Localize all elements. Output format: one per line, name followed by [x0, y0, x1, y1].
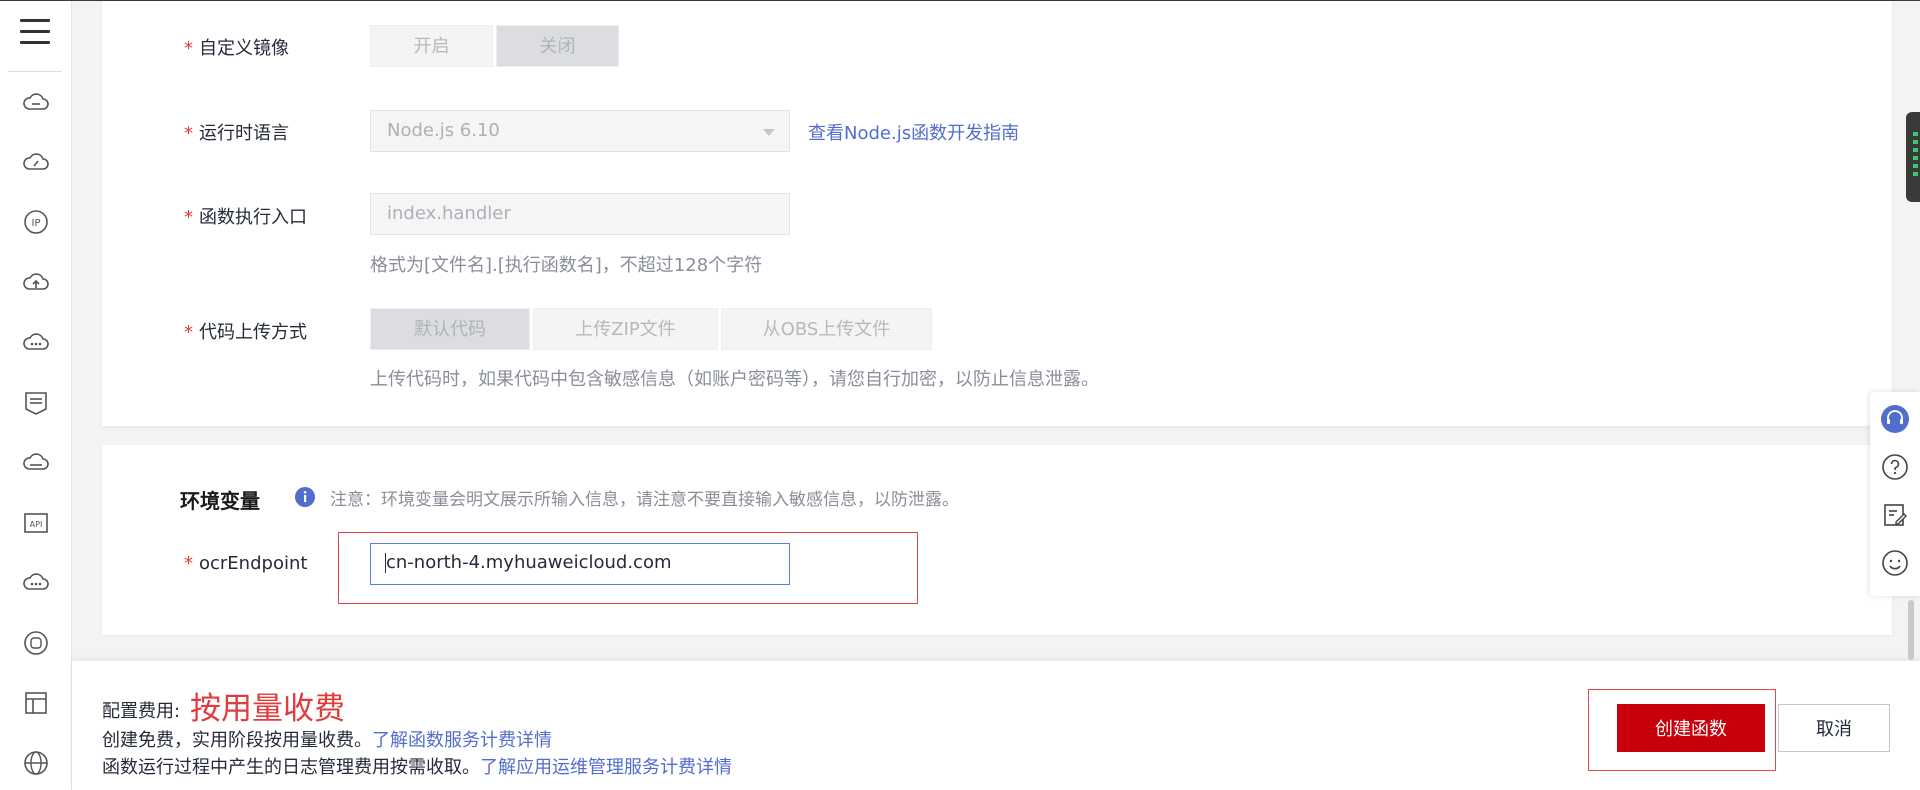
cloud-upload-icon[interactable]	[22, 269, 50, 297]
scrollbar-thumb[interactable]	[1908, 600, 1914, 660]
side-widget[interactable]	[1906, 112, 1920, 202]
env-variables-card: 环境变量 注意：环境变量会明文展示所输入信息，请注意不要直接输入敏感信息，以防泄…	[102, 445, 1892, 635]
help-icon[interactable]	[1880, 452, 1910, 482]
runtime-select[interactable]: Node.js 6.10	[370, 110, 790, 152]
custom-image-off-option[interactable]: 关闭	[496, 25, 619, 67]
aom-billing-link[interactable]: 了解应用运维管理服务计费详情	[480, 757, 732, 778]
fee-line-2: 函数运行过程中产生的日志管理费用按需收取。了解应用运维管理服务计费详情	[102, 757, 732, 778]
footer-bar: 配置费用: 按用量收费 创建免费，实用阶段按用量收费。了解函数服务计费详情 函数…	[72, 661, 1920, 790]
cloud-more-icon-2[interactable]	[22, 569, 50, 597]
chevron-down-icon	[763, 129, 775, 136]
cylinder-icon[interactable]	[22, 629, 50, 657]
upload-method-toggle: 默认代码 上传ZIP文件 从OBS上传文件	[370, 308, 935, 350]
fee-mode: 按用量收费	[190, 691, 345, 727]
required-mark: *	[184, 322, 193, 343]
custom-image-toggle: 开启 关闭	[370, 25, 622, 67]
upload-hint: 上传代码时，如果代码中包含敏感信息（如账户密码等），请您自行加密，以防止信息泄露…	[370, 369, 1099, 390]
ip-icon[interactable]: IP	[22, 208, 50, 236]
required-mark: *	[184, 123, 193, 144]
headset-icon[interactable]	[1880, 404, 1910, 434]
cloud-icon[interactable]	[22, 89, 50, 117]
nav-divider	[8, 71, 62, 72]
handler-hint: 格式为[文件名].[执行函数名]，不超过128个字符	[370, 255, 763, 276]
cloud-more-icon[interactable]	[22, 329, 50, 357]
required-mark: *	[184, 553, 193, 574]
left-navigation: IP API	[0, 1, 72, 790]
upload-default-code-option[interactable]: 默认代码	[370, 308, 530, 350]
menu-icon[interactable]	[20, 19, 50, 47]
svg-text:API: API	[30, 520, 43, 529]
handler-input[interactable]: index.handler	[370, 193, 790, 235]
function-billing-link[interactable]: 了解函数服务计费详情	[372, 730, 552, 751]
fee-label: 配置费用:	[102, 701, 181, 722]
upload-zip-option[interactable]: 上传ZIP文件	[533, 308, 718, 350]
fee-line-1: 创建免费，实用阶段按用量收费。了解函数服务计费详情	[102, 730, 552, 751]
nodejs-guide-link[interactable]: 查看Node.js函数开发指南	[808, 119, 1019, 145]
cloud-gauge-icon[interactable]	[22, 149, 50, 177]
globe-icon[interactable]	[22, 749, 50, 777]
info-icon	[294, 486, 316, 508]
basic-config-card: * 自定义镜像 开启 关闭 * 运行时语言 Node.js 6.10 查看Node.…	[102, 1, 1892, 426]
required-mark: *	[184, 38, 193, 59]
env-var-name-label: * ocrEndpoint	[184, 553, 308, 574]
env-title: 环境变量	[180, 489, 260, 513]
upload-obs-option[interactable]: 从OBS上传文件	[721, 308, 932, 350]
list-shield-icon[interactable]	[22, 389, 50, 417]
required-mark: *	[184, 207, 193, 228]
custom-image-on-option[interactable]: 开启	[370, 25, 493, 67]
handler-label: * 函数执行入口	[184, 207, 307, 228]
cloud-outline-icon[interactable]	[22, 449, 50, 477]
edit-icon[interactable]	[1880, 500, 1910, 530]
cancel-button[interactable]: 取消	[1778, 704, 1890, 752]
floating-toolbar	[1870, 392, 1920, 596]
custom-image-label: * 自定义镜像	[184, 38, 289, 59]
env-note: 注意：环境变量会明文展示所输入信息，请注意不要直接输入敏感信息，以防泄露。	[330, 490, 959, 510]
smile-icon[interactable]	[1880, 548, 1910, 578]
layout-icon[interactable]	[22, 689, 50, 717]
svg-text:IP: IP	[32, 218, 41, 229]
api-icon[interactable]: API	[22, 509, 50, 537]
upload-method-label: * 代码上传方式	[184, 322, 307, 343]
env-var-value-input[interactable]: cn-north-4.myhuaweicloud.com	[370, 543, 790, 585]
runtime-label: * 运行时语言	[184, 123, 289, 144]
create-function-button[interactable]: 创建函数	[1617, 704, 1765, 752]
